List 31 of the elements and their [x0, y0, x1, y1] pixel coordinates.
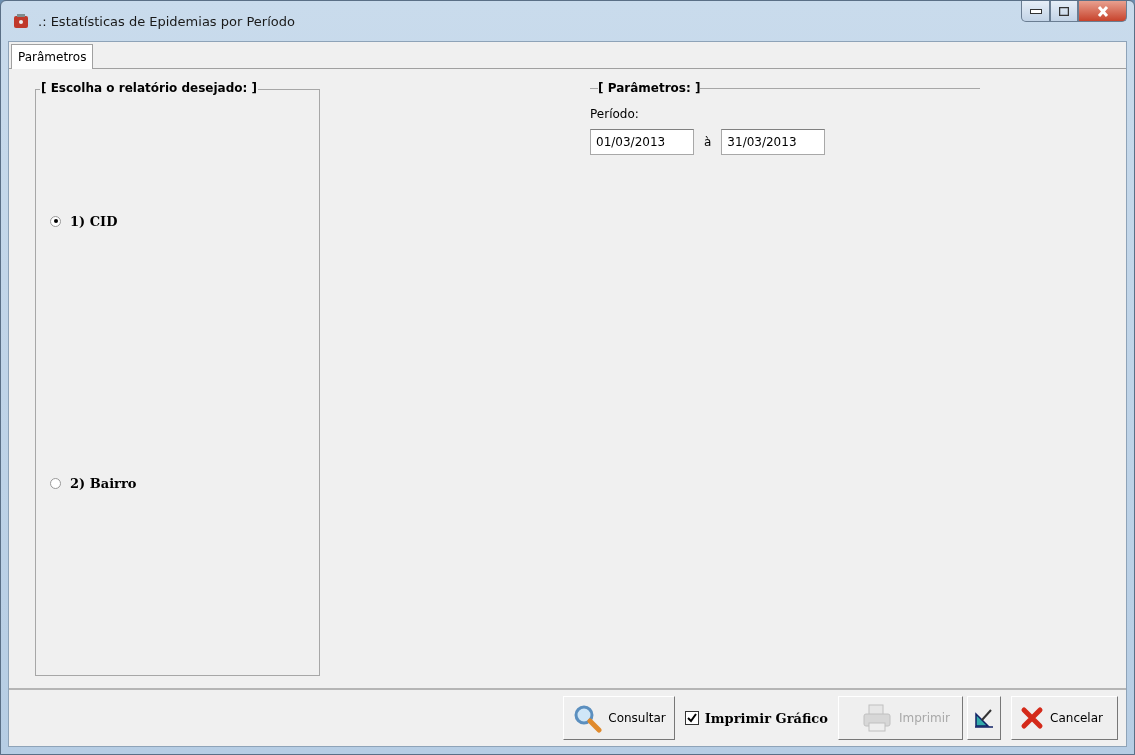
minimize-icon [1029, 8, 1042, 14]
period-label: Período: [590, 107, 640, 121]
start-date-field[interactable]: 01/03/2013 [590, 129, 694, 155]
radio-label: 1) CID [70, 213, 118, 229]
end-date-field[interactable]: 31/03/2013 [721, 129, 826, 155]
tab[interactable]: Parâmetros [11, 44, 94, 69]
maximize-icon [1059, 6, 1069, 16]
search-icon [572, 703, 603, 733]
group-title: [ Parâmetros: ] [598, 81, 701, 95]
close-icon [1096, 5, 1109, 17]
checkbox-label: Imprimir Gráfico [704, 710, 828, 726]
chart-settings-button[interactable] [967, 696, 1002, 740]
checkbox[interactable] [684, 711, 699, 725]
minimize-button[interactable] [1021, 1, 1050, 22]
cross-icon [1020, 706, 1045, 730]
radio-option[interactable]: 1) CID [50, 213, 305, 229]
group-title: [ Escolha o relatório desejado: ] [40, 81, 258, 95]
radio-label: 2) Bairro [70, 476, 137, 492]
maximize-button[interactable] [1050, 1, 1078, 22]
radio-button[interactable] [50, 215, 61, 227]
separator-text: à [704, 135, 712, 149]
cancel-button[interactable]: Cancelar [1011, 696, 1118, 740]
window-title: .: Estatísticas de Epidemias por Período [38, 13, 295, 29]
consult-button[interactable]: Consultar [563, 696, 675, 740]
ruler-pencil-icon [974, 708, 995, 728]
toolbox-icon [12, 12, 30, 30]
close-button[interactable] [1078, 1, 1127, 22]
radio-button[interactable] [50, 478, 61, 490]
printer-icon [860, 703, 893, 733]
radio-option[interactable]: 2) Bairro [50, 476, 305, 492]
print-chart-checkbox[interactable]: Imprimir Gráfico [678, 710, 834, 726]
